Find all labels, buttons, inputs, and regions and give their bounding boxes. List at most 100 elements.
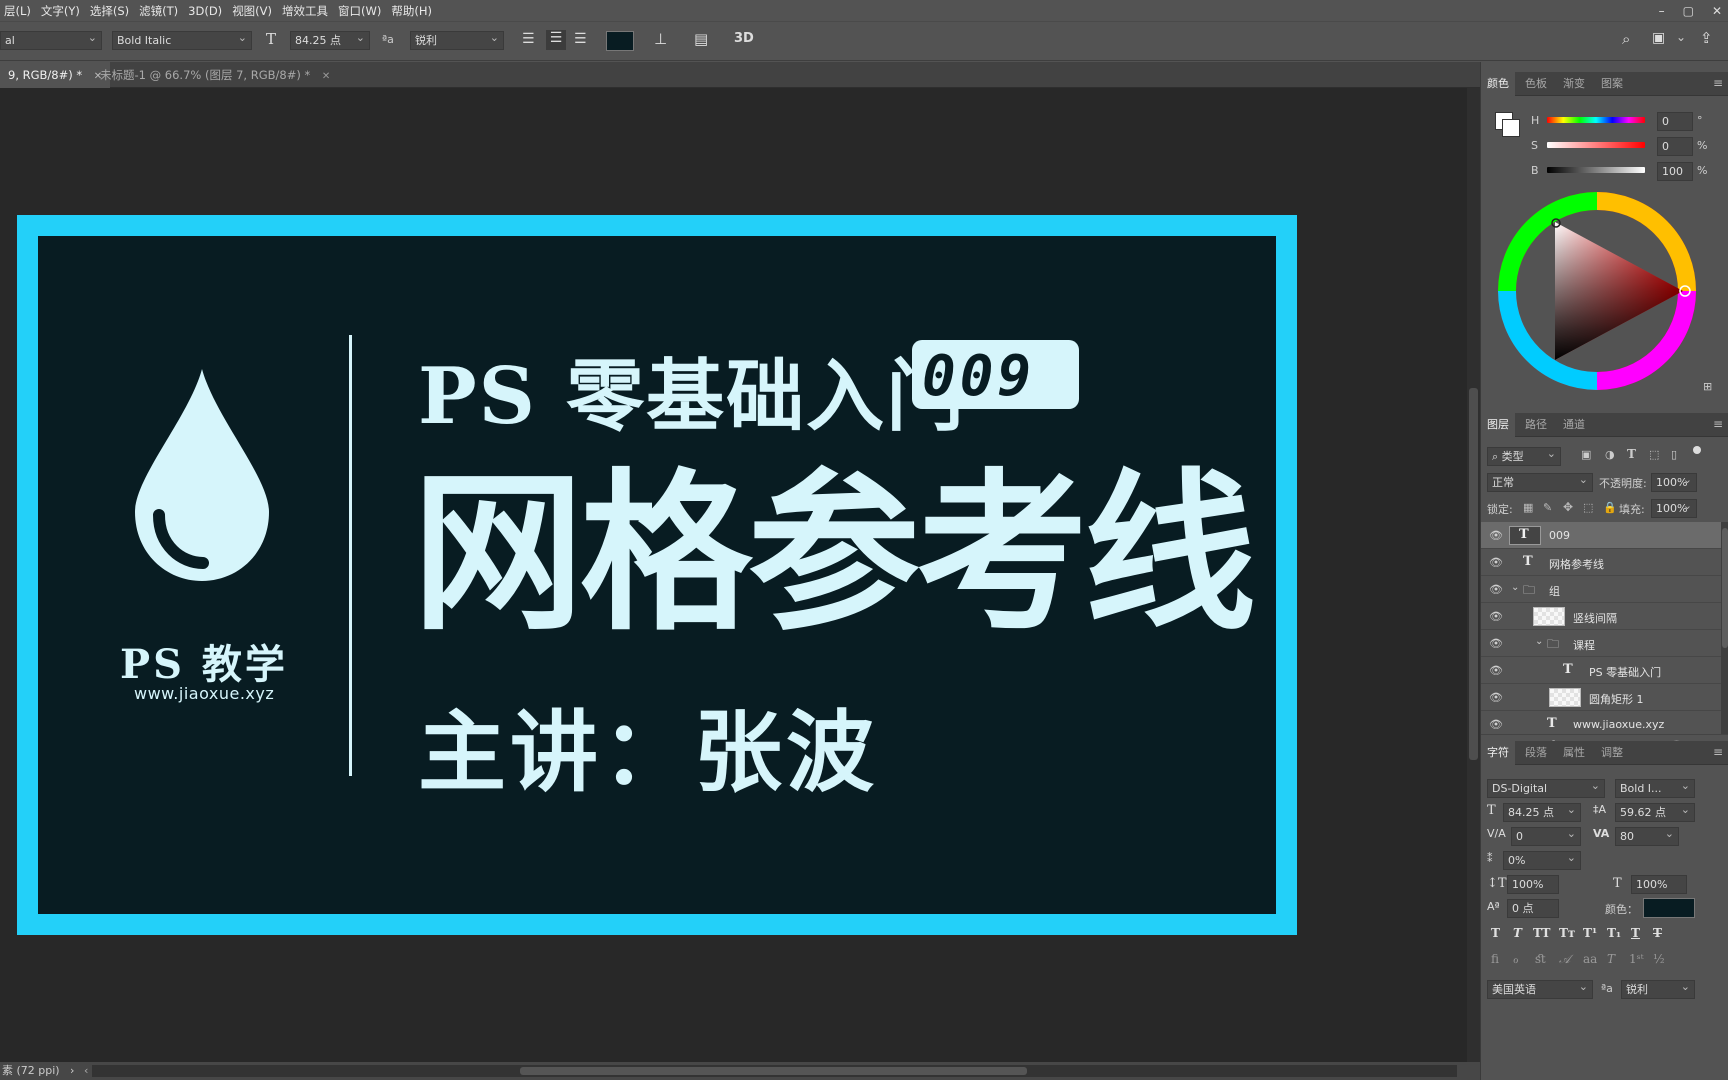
filter-pixel-icon[interactable]: ▣: [1581, 448, 1591, 461]
old-style-icon[interactable]: ℴ: [1513, 952, 1519, 966]
menu-3d[interactable]: 3D(D): [184, 4, 228, 18]
panel-menu-icon[interactable]: ≡: [1713, 76, 1723, 90]
layer-row[interactable]: 👁 ⌄ 🗀 课程: [1481, 630, 1721, 657]
layers-scroll-thumb[interactable]: [1722, 528, 1728, 648]
layer-row[interactable]: 👁 T 009: [1481, 522, 1721, 549]
all-caps-icon[interactable]: TT: [1533, 926, 1550, 940]
tab-channels[interactable]: 通道: [1557, 413, 1591, 437]
hue-value-field[interactable]: 0: [1657, 112, 1693, 131]
menu-layer[interactable]: 层(L): [0, 3, 37, 19]
align-center-icon[interactable]: ☰: [546, 30, 566, 50]
restore-button[interactable]: ▢: [1683, 4, 1694, 18]
search-icon[interactable]: ⌕: [1622, 30, 1630, 48]
filter-shape-icon[interactable]: ⬚: [1649, 448, 1659, 461]
faux-bold-icon[interactable]: T: [1491, 926, 1500, 940]
background-color-swatch[interactable]: [1502, 119, 1520, 137]
horizontal-scroll-thumb[interactable]: [520, 1067, 1027, 1075]
filter-smart-object-icon[interactable]: ▯: [1671, 448, 1677, 461]
strikethrough-icon[interactable]: T: [1653, 926, 1662, 940]
tsume-field[interactable]: 0%: [1503, 851, 1581, 870]
menu-select[interactable]: 选择(S): [86, 3, 135, 19]
brightness-slider[interactable]: [1547, 167, 1645, 173]
panel-menu-icon[interactable]: ≡: [1713, 745, 1723, 759]
workspace-chevron-icon[interactable]: ⌄: [1676, 30, 1686, 44]
chevron-down-icon[interactable]: ⌄: [1511, 582, 1519, 593]
blend-mode-dropdown[interactable]: 正常: [1487, 473, 1593, 492]
discretionary-ligatures-icon[interactable]: ﬆ: [1535, 952, 1546, 966]
opacity-field[interactable]: 100%: [1651, 473, 1697, 492]
tab-paragraph[interactable]: 段落: [1519, 741, 1553, 765]
tab-properties[interactable]: 属性: [1557, 741, 1591, 765]
ordinals-icon[interactable]: 1ˢᵗ: [1629, 952, 1644, 966]
layer-row[interactable]: 👁 T PS 零基础入门: [1481, 657, 1721, 684]
lock-all-icon[interactable]: 🔒: [1603, 501, 1617, 514]
filter-text-icon[interactable]: T: [1627, 447, 1636, 461]
stylistic-alternates-icon[interactable]: aa: [1583, 952, 1597, 966]
menu-help[interactable]: 帮助(H): [387, 3, 438, 19]
underline-icon[interactable]: T: [1631, 926, 1640, 940]
share-icon[interactable]: ⇪: [1700, 29, 1713, 47]
panel-menu-icon[interactable]: ≡: [1713, 417, 1723, 431]
horizontal-scale-field[interactable]: 100%: [1631, 875, 1687, 894]
ligatures-icon[interactable]: ﬁ: [1491, 952, 1499, 966]
superscript-icon[interactable]: T¹: [1583, 926, 1597, 940]
subscript-icon[interactable]: T₁: [1607, 926, 1621, 940]
font-style-left-dropdown[interactable]: al: [0, 31, 102, 50]
menu-window[interactable]: 窗口(W): [334, 3, 387, 19]
character-panel-icon[interactable]: ▤: [694, 30, 708, 48]
lock-artboard-icon[interactable]: ⬚: [1583, 501, 1593, 514]
eye-icon[interactable]: 👁: [1489, 556, 1503, 569]
horizontal-scrollbar[interactable]: [92, 1065, 1457, 1077]
menu-filter[interactable]: 滤镜(T): [135, 3, 184, 19]
menu-view[interactable]: 视图(V): [228, 3, 278, 19]
anti-alias-dropdown[interactable]: 锐利: [1621, 980, 1695, 999]
3d-button[interactable]: 3D: [734, 31, 754, 46]
close-tab-icon[interactable]: ✕: [322, 71, 330, 82]
tab-character[interactable]: 字符: [1481, 741, 1515, 765]
tab-color[interactable]: 颜色: [1481, 72, 1515, 96]
eye-icon[interactable]: 👁: [1489, 583, 1503, 596]
status-menu-arrow-icon[interactable]: ›: [70, 1062, 74, 1080]
eye-icon[interactable]: 👁: [1489, 529, 1503, 542]
brightness-value-field[interactable]: 100: [1657, 162, 1693, 181]
document-canvas[interactable]: PS 教学 www.jiaoxue.xyz PS 零基础入门 009 网格参考线…: [17, 215, 1297, 935]
add-icon[interactable]: ⊞: [1703, 380, 1712, 393]
layer-row[interactable]: 👁 圆角矩形 1: [1481, 684, 1721, 711]
workspace-icon[interactable]: ▣: [1652, 30, 1665, 46]
kerning-field[interactable]: 0: [1511, 827, 1581, 846]
vertical-scale-field[interactable]: 100%: [1507, 875, 1559, 894]
vertical-scrollbar[interactable]: [1467, 88, 1480, 1062]
saturation-slider[interactable]: [1547, 142, 1645, 148]
eye-icon[interactable]: 👁: [1489, 610, 1503, 623]
close-window-button[interactable]: ✕: [1712, 4, 1722, 18]
canvas-workspace[interactable]: PS 教学 www.jiaoxue.xyz PS 零基础入门 009 网格参考线…: [0, 88, 1467, 1062]
saturation-value-field[interactable]: 0: [1657, 137, 1693, 156]
eye-icon[interactable]: 👁: [1489, 637, 1503, 650]
lock-position-icon[interactable]: ✥: [1563, 500, 1573, 514]
lock-transparent-icon[interactable]: ▦: [1523, 501, 1533, 514]
menu-plugins[interactable]: 增效工具: [278, 3, 334, 19]
layer-row[interactable]: 👁 T 网格参考线: [1481, 549, 1721, 576]
tab-swatches[interactable]: 色板: [1519, 72, 1553, 96]
titling-alternates-icon[interactable]: T: [1607, 952, 1615, 966]
font-style-dropdown[interactable]: Bold Italic: [112, 31, 252, 50]
tab-paths[interactable]: 路径: [1519, 413, 1553, 437]
baseline-shift-field[interactable]: 0 点: [1507, 899, 1559, 918]
anti-alias-dropdown[interactable]: 锐利: [410, 31, 504, 50]
font-family-dropdown[interactable]: DS-Digital: [1487, 779, 1605, 798]
tab-patterns[interactable]: 图案: [1595, 72, 1629, 96]
font-style-dropdown[interactable]: Bold I...: [1615, 779, 1695, 798]
text-color-swatch[interactable]: [606, 31, 634, 51]
chevron-down-icon[interactable]: ⌄: [1535, 636, 1543, 647]
eye-icon[interactable]: 👁: [1489, 691, 1503, 704]
warp-text-icon[interactable]: ⊥: [654, 30, 667, 48]
small-caps-icon[interactable]: Tт: [1559, 926, 1575, 940]
vertical-scroll-thumb[interactable]: [1469, 388, 1478, 760]
layer-row[interactable]: 👁 竖线间隔: [1481, 603, 1721, 630]
language-dropdown[interactable]: 美国英语: [1487, 980, 1593, 999]
fractions-icon[interactable]: ½: [1653, 952, 1665, 966]
eye-icon[interactable]: 👁: [1489, 718, 1503, 731]
align-right-icon[interactable]: ☰: [574, 31, 587, 47]
filter-toggle-icon[interactable]: [1693, 446, 1701, 454]
tab-gradients[interactable]: 渐变: [1557, 72, 1591, 96]
